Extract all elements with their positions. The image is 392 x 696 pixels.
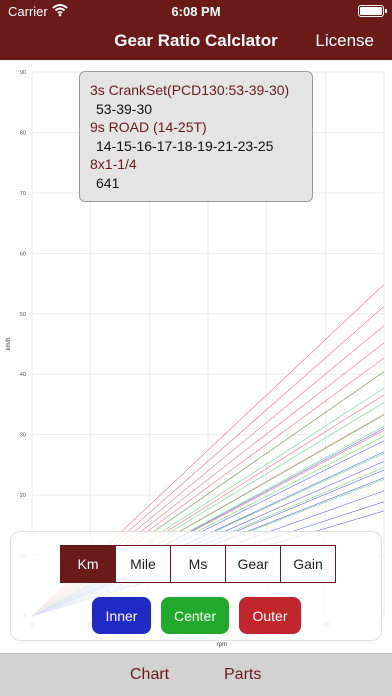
gear-spec-box: 3s CrankSet(PCD130:53-39-30) 53-39-30 9s… (79, 71, 313, 202)
battery-icon (358, 5, 387, 17)
y-tick-label: 60 (20, 251, 26, 257)
center-button[interactable]: Center (161, 597, 229, 634)
y-tick-label: 20 (20, 493, 26, 499)
cassette-header: 9s ROAD (14-25T) (90, 119, 207, 135)
tire-value: 641 (96, 174, 120, 191)
x-axis-label: rpm (217, 642, 227, 648)
inner-button[interactable]: Inner (92, 597, 151, 634)
unit-gain[interactable]: Gain (280, 546, 335, 582)
cassette-value: 14-15-16-17-18-19-21-23-25 (96, 137, 274, 154)
y-tick-label: 70 (20, 191, 26, 197)
crankset-header: 3s CrankSet(PCD130:53-39-30) (90, 82, 290, 98)
y-tick-label: 50 (20, 312, 26, 318)
y-tick-label: 40 (20, 372, 26, 378)
license-button[interactable]: License (315, 31, 374, 51)
unit-km[interactable]: Km (61, 546, 115, 582)
unit-ms[interactable]: Ms (170, 546, 225, 582)
tire-header: 8x1-1/4 (90, 156, 137, 172)
nav-bar: Gear Ratio Calclator License (0, 22, 392, 60)
unit-mile[interactable]: Mile (115, 546, 170, 582)
y-tick-label: 90 (20, 70, 26, 76)
tab-chart[interactable]: Chart (130, 666, 169, 684)
status-time: 6:08 PM (171, 4, 221, 19)
outer-button[interactable]: Outer (239, 597, 301, 634)
unit-segmented-control: Km Mile Ms Gear Gain (60, 545, 336, 583)
tab-parts[interactable]: Parts (224, 666, 261, 684)
status-bar: Carrier 6:08 PM (0, 0, 392, 22)
crankset-value: 53-39-30 (96, 100, 153, 117)
y-tick-label: 30 (20, 433, 26, 439)
tab-bar: Chart Parts (0, 653, 392, 696)
unit-gear[interactable]: Gear (225, 546, 280, 582)
y-axis-label: km/h (6, 337, 12, 350)
y-tick-label: 80 (20, 130, 26, 136)
controls-panel: Km Mile Ms Gear Gain Inner Center Outer (10, 531, 382, 641)
